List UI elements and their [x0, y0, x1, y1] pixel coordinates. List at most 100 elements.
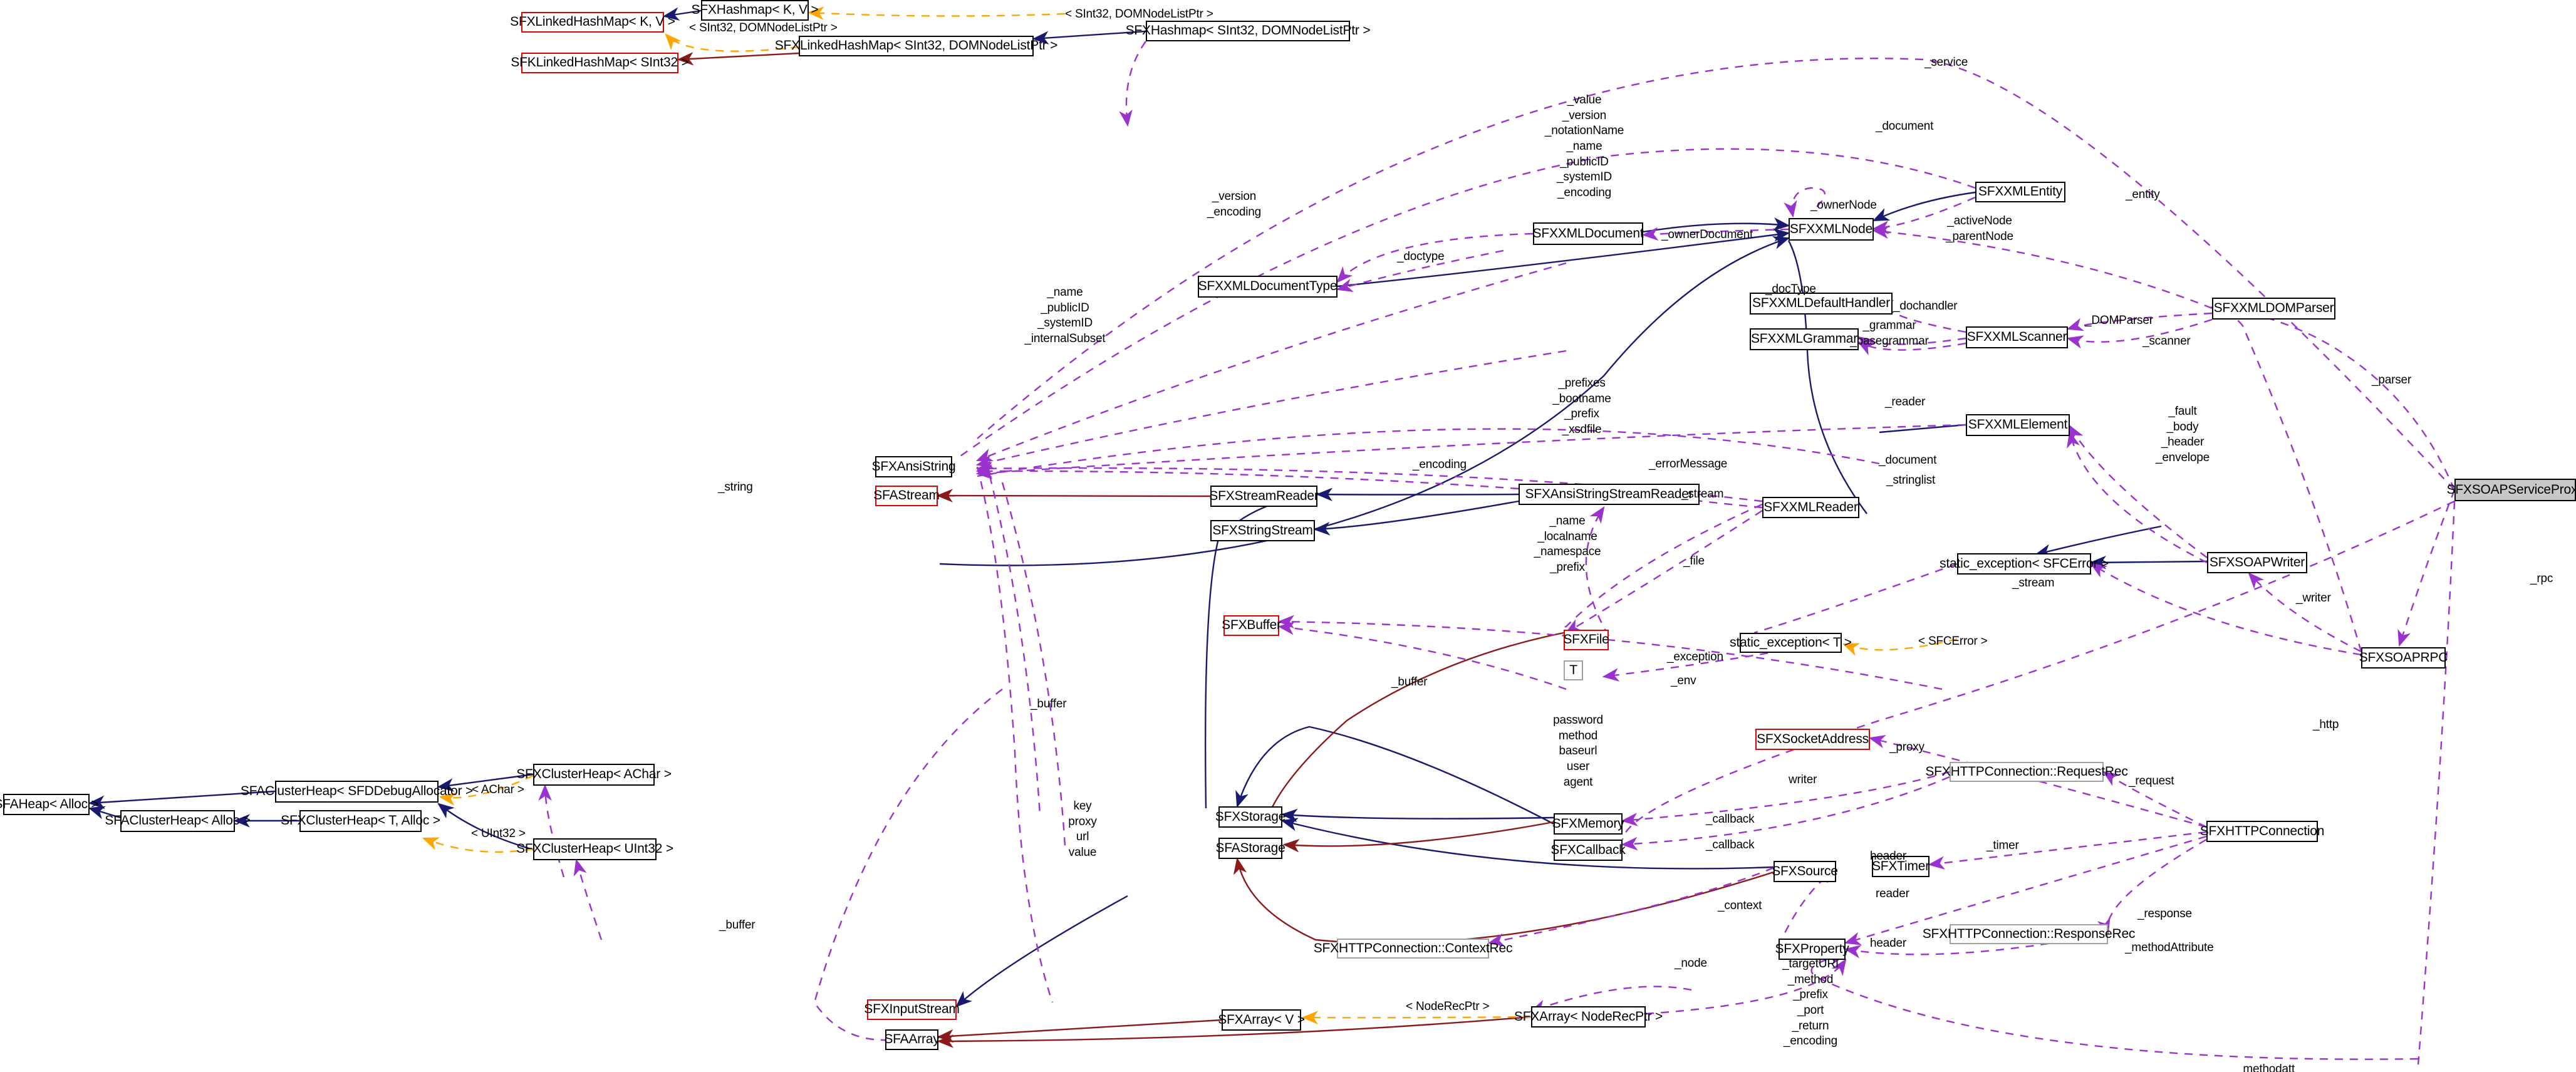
template-param-label: < NodeRecPtr >	[1406, 1000, 1490, 1013]
class-node-inputstream[interactable]: SFXInputStream	[864, 999, 960, 1020]
class-node-source[interactable]: SFXSource	[1772, 861, 1838, 882]
edge-label: _fault _body _header _envelope	[2156, 405, 2210, 465]
class-node-xmldocument[interactable]: SFXXMLDocument	[1533, 222, 1644, 245]
class-node-socketaddress[interactable]: SFXSocketAddress	[1755, 729, 1870, 750]
edge-label: _grammar _basegrammar	[1850, 319, 1929, 348]
class-node-aclusterheap_dbg[interactable]: SFAClusterHeap< SFDDebugAllocator >	[241, 781, 473, 803]
edge-label: _buffer	[1391, 675, 1428, 689]
edge-label: _http	[2313, 718, 2339, 731]
class-node-soaprpc[interactable]: SFXSOAPRPC	[2359, 647, 2448, 669]
edge-label: header	[1870, 850, 1906, 863]
class-node-storage_a[interactable]: SFAStorage	[1215, 838, 1285, 859]
class-node-xmldoctype[interactable]: SFXXMLDocumentType	[1198, 276, 1337, 298]
edge-label: _scanner	[2142, 335, 2191, 348]
class-node-staticexc_sfcerror[interactable]: static_exception< SFCError >	[1940, 553, 2109, 575]
class-node-lhm_s32[interactable]: SFXLinkedHashMap< SInt32, DOMNodeListPtr…	[775, 36, 1057, 56]
edge-label: _DOMParser	[2085, 314, 2153, 327]
class-node-ansistring[interactable]: SFXAnsiString	[872, 456, 956, 477]
class-node-storage_x[interactable]: SFXStorage	[1215, 806, 1285, 828]
edge-label: _buffer	[1031, 697, 1067, 710]
edge-label: _string	[718, 481, 753, 494]
class-node-t[interactable]: T	[1564, 660, 1583, 680]
edge-label: _context	[1718, 899, 1762, 912]
edge-label: password method baseurl user agent	[1553, 714, 1603, 789]
class-node-callback[interactable]: SFXCallback	[1550, 840, 1626, 861]
edge-label: _name _localname _namespace _prefix	[1534, 514, 1601, 575]
edge-label: _request	[2129, 774, 2174, 788]
class-node-contextrec[interactable]: SFXHTTPConnection::ContextRec	[1314, 939, 1512, 959]
template-instantiation-edges	[422, 6, 1958, 1024]
edge-label: _response	[2137, 907, 2192, 920]
class-node-array_v[interactable]: SFXArray< V >	[1218, 1009, 1305, 1031]
class-node-xclusterheap_talloc[interactable]: SFXClusterHeap< T, Alloc >	[281, 810, 440, 832]
class-node-aarray[interactable]: SFAArray	[884, 1029, 940, 1050]
class-node-buffer[interactable]: SFXBuffer	[1222, 615, 1281, 636]
template-param-label: < AChar >	[472, 783, 524, 796]
edge-label: _targetURI _method _prefix _port _return…	[1782, 957, 1839, 1048]
edge-label: _stream	[2012, 576, 2055, 590]
edge-label: reader	[1876, 887, 1909, 900]
edge-label: _stream	[1681, 487, 1724, 501]
edge-label: _errorMessage	[1649, 457, 1728, 471]
edge-label: _proxy	[1889, 741, 1924, 754]
edge-label: _writer	[2296, 591, 2331, 605]
class-node-astream[interactable]: SFAStream	[873, 486, 940, 506]
class-node-xmlnode[interactable]: SFXXMLNode	[1789, 218, 1874, 241]
class-node-hashmap_kv[interactable]: SFXHashmap< K, V >	[692, 0, 819, 21]
class-node-heap_alloc[interactable]: SFAHeap< Alloc >	[0, 794, 99, 815]
class-node-xmlscanner[interactable]: SFXXMLScanner	[1966, 326, 2068, 348]
edge-label: _value _version _notationName _name _pub…	[1544, 93, 1624, 200]
edge-label: _parser	[2372, 373, 2412, 387]
edge-label: _name _publicID _systemID _internalSubse…	[1024, 286, 1106, 346]
class-node-hashmap_s32[interactable]: SFXHashmap< SInt32, DOMNodeListPtr >	[1126, 21, 1371, 41]
class-node-xmlentity[interactable]: SFXXMLEntity	[1975, 182, 2065, 202]
edge-label: key proxy url value	[1068, 799, 1097, 860]
class-node-xclusterheap_uint32[interactable]: SFXClusterHeap< UInt32 >	[516, 838, 673, 860]
edge-label: _docType	[1765, 283, 1816, 296]
edge-label: _dochandler	[1893, 299, 1958, 313]
edge-label: _methodAttribute	[2125, 941, 2214, 954]
edge-label: _exception	[1667, 650, 1723, 663]
edge-label: _service	[1924, 56, 1968, 69]
edge-label: _node	[1675, 957, 1707, 970]
template-param-label: < SInt32, DOMNodeListPtr >	[689, 21, 838, 34]
class-node-stringstream[interactable]: SFXStringStream	[1210, 520, 1315, 541]
edge-label: _ownerDocument	[1661, 228, 1753, 241]
edge-label: _ownerNode	[1810, 199, 1877, 212]
edge-label: writer	[1789, 773, 1817, 786]
edge-label: _doctype	[1397, 250, 1445, 263]
edge-label: _document	[1876, 120, 1934, 133]
edge-label: _document	[1879, 454, 1937, 467]
edge-label: _callback	[1706, 838, 1755, 851]
class-node-aclusterheap_alloc[interactable]: SFAClusterHeap< Alloc >	[105, 810, 251, 832]
edge-label: _env	[1671, 674, 1696, 687]
class-node-soapserviceproxy[interactable]: SFXSOAPServiceProxy	[2446, 479, 2576, 501]
edge-label: header	[1870, 937, 1906, 950]
edge-label: _file	[1683, 554, 1705, 568]
template-param-label: < SFCError >	[1918, 635, 1988, 648]
edge-label: _reader	[1885, 395, 1926, 409]
class-node-soapwriter[interactable]: SFXSOAPWriter	[2207, 552, 2307, 573]
class-node-array_noderecptr[interactable]: SFXArray< NodeRecPtr >	[1514, 1006, 1663, 1028]
class-node-staticexc_t[interactable]: static_exception< T >	[1730, 633, 1852, 653]
class-node-klhm_s32[interactable]: SFKLinkedHashMap< SInt32 >	[511, 53, 689, 73]
edge-label: _methodatt	[2236, 1063, 2295, 1072]
class-node-httpconnection[interactable]: SFXHTTPConnection	[2200, 821, 2324, 842]
class-node-ansistringsr[interactable]: SFXAnsiStringStreamReader	[1519, 484, 1700, 505]
class-node-xmlgrammar[interactable]: SFXXMLGrammar	[1750, 328, 1859, 350]
class-node-lhm_kv[interactable]: SFXLinkedHashMap< K, V >	[510, 12, 675, 33]
edge-label: _activeNode _parentNode	[1946, 214, 2013, 243]
class-node-xmlelement[interactable]: SFXXMLElement	[1966, 414, 2070, 436]
class-node-responserec[interactable]: SFXHTTPConnection::ResponseRec	[1923, 924, 2135, 944]
class-node-xmldomparser[interactable]: SFXXMLDOMParser	[2212, 298, 2335, 320]
edge-label: _encoding	[1413, 458, 1467, 471]
edge-label: _entity	[2126, 188, 2160, 201]
edge-label: _timer	[1987, 839, 2019, 852]
class-node-requestrec[interactable]: SFXHTTPConnection::RequestRec	[1925, 762, 2128, 782]
class-node-xmlreader[interactable]: SFXXMLReader	[1762, 497, 1859, 518]
class-node-xclusterheap_achar[interactable]: SFXClusterHeap< AChar >	[516, 764, 672, 786]
class-node-memory[interactable]: SFXMemory	[1552, 813, 1624, 835]
class-node-file[interactable]: SFXFile	[1563, 630, 1609, 650]
class-node-streamreader[interactable]: SFXStreamReader	[1209, 486, 1319, 507]
edge-label: _callback	[1706, 813, 1755, 826]
